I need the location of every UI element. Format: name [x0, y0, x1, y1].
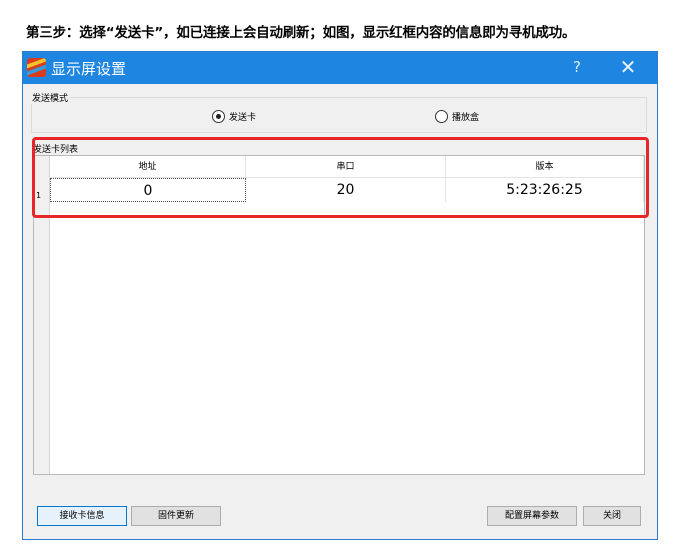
- receive-card-info-button[interactable]: 接收卡信息: [37, 506, 127, 526]
- highlight-box: [32, 137, 649, 218]
- window-title: 显示屏设置: [51, 60, 127, 78]
- display-settings-window: 显示屏设置 ? ✕ 发送模式 发送卡 播放盒 发送卡列表 1 地址 串口 版本 …: [22, 51, 658, 540]
- instruction-text: 第三步：选择“发送卡”，如已连接上会自动刷新；如图，显示红框内容的信息即为寻机成…: [26, 25, 576, 41]
- radio-send-card[interactable]: 发送卡: [212, 110, 256, 123]
- send-mode-label: 发送模式: [31, 91, 70, 104]
- close-icon[interactable]: ✕: [617, 56, 639, 78]
- firmware-update-button[interactable]: 固件更新: [131, 506, 221, 526]
- app-logo-icon: [27, 58, 46, 77]
- send-mode-group: 发送模式 发送卡 播放盒: [31, 91, 647, 133]
- configure-screen-button[interactable]: 配置屏幕参数: [487, 506, 577, 526]
- close-button[interactable]: 关闭: [583, 506, 641, 526]
- radio-unchecked-icon[interactable]: [435, 110, 448, 123]
- title-bar[interactable]: 显示屏设置 ? ✕: [23, 52, 657, 84]
- radio-play-box-label: 播放盒: [452, 113, 480, 123]
- radio-play-box[interactable]: 播放盒: [435, 110, 479, 123]
- radio-checked-icon[interactable]: [212, 110, 225, 123]
- help-icon[interactable]: ?: [567, 58, 587, 78]
- radio-send-card-label: 发送卡: [229, 113, 257, 123]
